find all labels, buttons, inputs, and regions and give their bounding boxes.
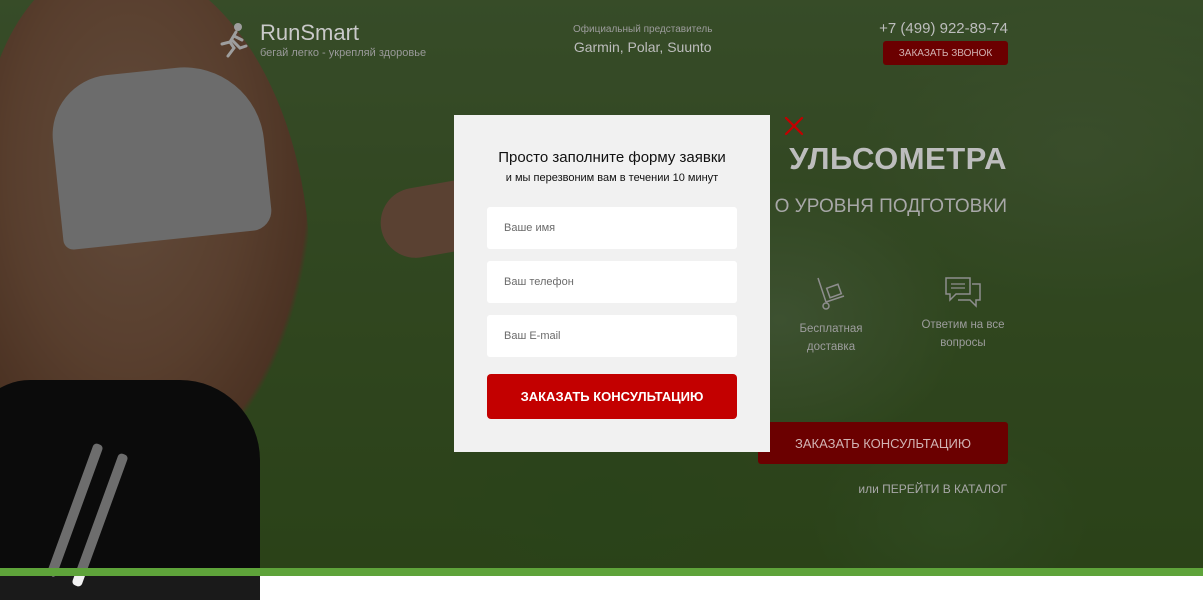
official-label: Официальный представитель (573, 24, 713, 35)
logo-tagline: бегай легко - укрепляй здоровье (260, 47, 427, 59)
phone-number[interactable]: +7 (499) 922-89-74 (879, 20, 1008, 37)
hero-subtitle: О УРОВНЯ ПОДГОТОВКИ (774, 196, 1007, 217)
catalog-link-row: или ПЕРЕЙТИ В КАТАЛОГ (858, 482, 1007, 496)
feature-delivery-label: Бесплатная доставка (799, 323, 863, 353)
name-input[interactable] (487, 207, 737, 249)
catalog-prefix: или (858, 482, 879, 496)
phone-input[interactable] (487, 261, 737, 303)
delivery-cart-icon (817, 277, 845, 310)
runner-logo-icon (220, 23, 248, 58)
official-representative: Официальный представитель Garmin, Polar,… (573, 24, 712, 55)
hero-consultation-button[interactable]: ЗАКАЗАТЬ КОНСУЛЬТАЦИЮ (758, 422, 1008, 464)
feature-answers: Ответим на все вопросы (913, 276, 1013, 352)
hero-title: УЛЬСОМЕТРА (789, 141, 1007, 176)
feature-answers-label: Ответим на все вопросы (921, 319, 1005, 349)
email-input[interactable] (487, 315, 737, 357)
order-call-button[interactable]: ЗАКАЗАТЬ ЗВОНОК (883, 41, 1008, 65)
modal-subtitle: и мы перезвоним вам в течении 10 минут (505, 172, 719, 184)
grass-strip (0, 568, 1203, 576)
consultation-modal: Просто заполните форму заявки и мы перез… (454, 115, 770, 452)
feature-delivery: Бесплатная доставка (781, 276, 881, 356)
modal-title: Просто заполните форму заявки (498, 149, 726, 166)
chat-bubbles-icon (945, 277, 981, 308)
modal-submit-button[interactable]: ЗАКАЗАТЬ КОНСУЛЬТАЦИЮ (487, 374, 737, 419)
logo[interactable]: RunSmart бегай легко - укрепляй здоровье (218, 22, 426, 59)
official-brands: Garmin, Polar, Suunto (573, 39, 712, 55)
logo-title: RunSmart (260, 20, 360, 45)
close-icon[interactable] (784, 116, 804, 136)
catalog-link[interactable]: ПЕРЕЙТИ В КАТАЛОГ (882, 482, 1007, 496)
